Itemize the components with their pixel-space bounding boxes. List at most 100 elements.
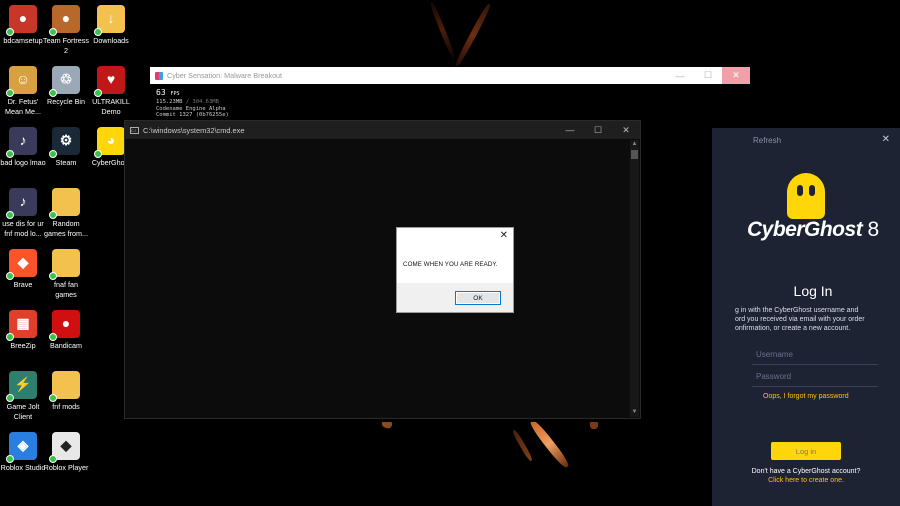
ultrakill-icon: ♥: [94, 66, 125, 97]
desktop-icon[interactable]: ● Bandicam: [43, 310, 89, 351]
desktop-icon-label: bdcamsetup: [3, 36, 43, 45]
brand-version: 8: [867, 218, 880, 241]
folder-icon: [49, 249, 80, 280]
cmd-window-title: C:\windows\system32\cmd.exe: [143, 125, 245, 135]
maximize-button[interactable]: ☐: [584, 121, 612, 139]
maximize-button[interactable]: ☐: [694, 67, 722, 84]
desktop-icon-label: ULTRAKILL Demo: [92, 97, 130, 116]
close-button[interactable]: ✕: [612, 121, 640, 139]
team-fortress-icon: ●: [49, 5, 80, 36]
scroll-up-icon[interactable]: ▲: [630, 140, 639, 149]
cmd-scrollbar[interactable]: ▲ ▼: [630, 140, 639, 417]
game-title-bar[interactable]: Cyber Sensation: Malware Breakout — ☐ ✕: [150, 67, 750, 84]
wallpaper-streak: [528, 418, 571, 470]
debug-overlay: 63 FPS 115.23MB / 304.63MB Codename Engi…: [156, 88, 229, 119]
fps-unit: FPS: [170, 91, 180, 97]
desktop-icon-label: Brave: [13, 280, 33, 289]
login-button[interactable]: Log in: [771, 442, 841, 460]
cyberghost-window: Refresh ✕ CyberGhost 8 Log In g in with …: [712, 128, 900, 506]
game-jolt-icon: ⚡: [6, 371, 37, 402]
memory-used: 115.23MB: [156, 99, 183, 105]
folder-download-icon: ↓: [94, 5, 125, 36]
ok-button[interactable]: OK: [455, 291, 501, 305]
desktop-icon[interactable]: ◆ Roblox Player: [43, 432, 89, 473]
username-field[interactable]: Username: [752, 345, 878, 365]
desktop-icon-label: use dis for ur fnf mod lo...: [2, 219, 44, 238]
close-button[interactable]: ✕: [722, 67, 750, 84]
desktop-icon[interactable]: Random games from...: [43, 188, 89, 238]
roblox-studio-icon: ◈: [6, 432, 37, 463]
desc-line: ord you received via email with your ord…: [735, 316, 865, 323]
brand-wordmark: CyberGhost 8: [747, 218, 879, 242]
game-icon: ☺: [6, 66, 37, 97]
desktop-icon[interactable]: ⚡ Game Jolt Client: [0, 371, 46, 421]
dialog-message: COME WHEN YOU ARE READY.: [403, 261, 498, 268]
desktop-icon[interactable]: ▦ BreeZip: [0, 310, 46, 351]
steam-icon: ⚙: [49, 127, 80, 158]
folder-icon: [49, 188, 80, 219]
desktop-icon-label: Recycle Bin: [47, 97, 85, 106]
fps-value: 63: [156, 88, 166, 97]
desktop-icon[interactable]: ⚙ Steam: [43, 127, 89, 168]
message-dialog: ✕ COME WHEN YOU ARE READY. OK: [396, 227, 514, 313]
memory-total: / 304.63MB: [185, 99, 219, 105]
game-app-icon: [155, 71, 163, 80]
minimize-button[interactable]: —: [556, 121, 584, 139]
desktop-icon-label: bad logo lmao: [0, 158, 46, 167]
desktop-icon[interactable]: ● Team Fortress 2: [43, 5, 89, 55]
desktop-icon-label: Team Fortress 2: [43, 36, 89, 55]
login-title: Log In: [793, 283, 833, 299]
cmd-title-bar[interactable]: C:\ C:\windows\system32\cmd.exe — ☐ ✕: [125, 121, 640, 139]
desktop-icon[interactable]: ♪ use dis for ur fnf mod lo...: [0, 188, 46, 238]
desktop-icon-label: Game Jolt Client: [6, 402, 40, 421]
scroll-down-icon[interactable]: ▼: [630, 408, 639, 417]
desc-line: onfirmation, or create a new account.: [735, 325, 851, 332]
create-account-link[interactable]: Click here to create one.: [712, 477, 900, 484]
desktop-icon[interactable]: ♲ Recycle Bin: [43, 66, 89, 107]
cyberghost-icon: ◕: [94, 127, 125, 158]
desktop-icon[interactable]: ◈ Roblox Studio: [0, 432, 46, 473]
cmd-window[interactable]: C:\ C:\windows\system32\cmd.exe — ☐ ✕ ▲ …: [124, 120, 641, 419]
game-window-title: Cyber Sensation: Malware Breakout: [167, 71, 283, 80]
desktop-icon[interactable]: ◆ Brave: [0, 249, 46, 290]
cyberghost-logo-icon: [787, 173, 825, 219]
desktop-icon-label: Roblox Studio: [0, 463, 46, 472]
wallpaper-streak: [453, 2, 493, 68]
desc-line: g in with the CyberGhost username and: [735, 307, 859, 314]
desktop-icon-label: BreeZip: [10, 341, 36, 350]
bandicam-setup-icon: ●: [6, 5, 37, 36]
commit-info: Commit 1327 (0b76255e): [156, 112, 229, 118]
wallpaper-streak: [511, 429, 534, 462]
close-button[interactable]: ✕: [882, 134, 890, 145]
desktop-icon-label: Dr. Fetus' Mean Me...: [5, 97, 41, 116]
desktop-icon-label: fnf mods: [52, 402, 80, 411]
desktop-icon[interactable]: ● bdcamsetup: [0, 5, 46, 46]
refresh-button[interactable]: Refresh: [753, 136, 781, 145]
desktop-icon-label: Random games from...: [44, 219, 88, 238]
desktop-icon[interactable]: fnf mods: [43, 371, 89, 412]
dialog-close-button[interactable]: ✕: [500, 230, 508, 241]
fnf-logo-icon: ♪: [6, 188, 37, 219]
minimize-button[interactable]: —: [666, 67, 694, 84]
forgot-password-link[interactable]: Oops, I forgot my password: [763, 393, 849, 400]
bandicam-icon: ●: [49, 310, 80, 341]
desktop-icon[interactable]: ↓ Downloads: [88, 5, 134, 46]
desktop-icon[interactable]: ☺ Dr. Fetus' Mean Me...: [0, 66, 46, 116]
desktop-icon-label: Bandicam: [50, 341, 82, 350]
desktop-icon-label: fnaf fan games: [54, 280, 78, 299]
desktop-icon-label: Downloads: [93, 36, 129, 45]
cmd-icon: C:\: [130, 126, 139, 134]
password-field[interactable]: Password: [752, 367, 878, 387]
scroll-thumb[interactable]: [631, 150, 638, 159]
breezip-icon: ▦: [6, 310, 37, 341]
no-account-text: Don't have a CyberGhost account?: [751, 468, 861, 475]
wallpaper-streak: [428, 1, 457, 59]
desktop-icon-label: Roblox Player: [43, 463, 89, 472]
roblox-icon: ◆: [49, 432, 80, 463]
desktop-icon-label: Steam: [55, 158, 77, 167]
desktop-icon[interactable]: ♥ ULTRAKILL Demo: [88, 66, 134, 116]
desktop-icon[interactable]: fnaf fan games: [43, 249, 89, 299]
login-description: g in with the CyberGhost username and or…: [735, 306, 895, 333]
dialog-footer: OK: [397, 283, 513, 312]
desktop-icon[interactable]: ♪ bad logo lmao: [0, 127, 46, 168]
